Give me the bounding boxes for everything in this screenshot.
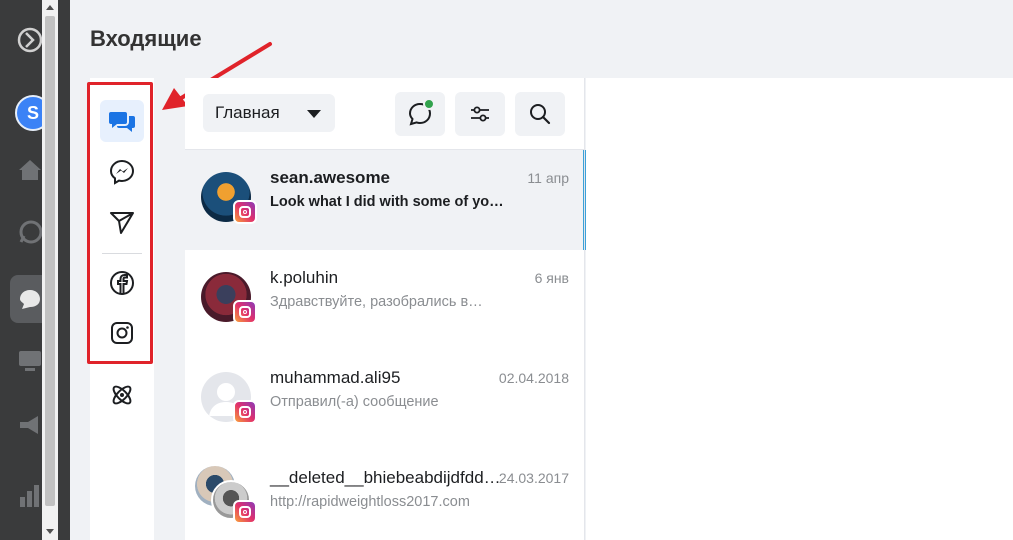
message-preview: Отправил(-а) сообщение [270, 394, 439, 410]
instagram-badge-icon [233, 200, 257, 224]
message-preview: Здравствуйте, разобрались в… [270, 294, 483, 310]
search-button[interactable] [515, 92, 565, 136]
annotation-highlight-box [87, 82, 153, 364]
message-preview: Look what I did with some of yo… [270, 194, 504, 210]
online-status-dot [423, 98, 435, 110]
atom-icon [112, 385, 132, 405]
message-preview: http://rapidweightloss2017.com [270, 494, 470, 510]
filters-button[interactable] [455, 92, 505, 136]
conversation-item[interactable]: k.poluhin 6 янв Здравствуйте, разобралис… [185, 250, 584, 350]
contact-name: __deleted__bhiebeabdijdfdd… [270, 468, 501, 487]
folder-dropdown-label: Главная [215, 103, 280, 122]
status-button[interactable] [395, 92, 445, 136]
integrations-channel[interactable] [100, 374, 144, 416]
message-date: 6 янв [534, 270, 569, 286]
instagram-badge-icon [233, 500, 257, 524]
panel-divider [584, 78, 585, 540]
scroll-down-icon[interactable] [46, 529, 54, 534]
scrollbar[interactable] [42, 0, 58, 540]
conversation-list-panel: Главная sean.awesome 11 апр Look what I … [185, 78, 586, 540]
global-nav-rail: S [0, 0, 70, 540]
conversation-item[interactable]: muhammad.ali95 02.04.2018 Отправил(-а) с… [185, 350, 584, 450]
message-date: 11 апр [527, 170, 569, 186]
chevron-down-icon [307, 110, 321, 118]
search-icon [530, 104, 551, 125]
conversation-item[interactable]: sean.awesome 11 апр Look what I did with… [185, 150, 586, 250]
contact-name: k.poluhin [270, 268, 339, 287]
sliders-icon [471, 106, 489, 122]
list-toolbar: Главная [185, 78, 584, 150]
conversation-detail-pane [586, 78, 1013, 540]
scroll-up-icon[interactable] [46, 5, 54, 10]
instagram-badge-icon [233, 400, 257, 424]
message-date: 24.03.2017 [498, 470, 569, 486]
instagram-badge-icon [233, 300, 257, 324]
conversation-item[interactable]: __deleted__bhiebeabdijdfdd… 24.03.2017 h… [185, 450, 584, 540]
folder-dropdown[interactable]: Главная [203, 94, 335, 132]
scrollbar-thumb[interactable] [45, 16, 55, 506]
message-date: 02.04.2018 [498, 370, 569, 386]
contact-name: sean.awesome [270, 168, 391, 187]
contact-name: muhammad.ali95 [270, 368, 401, 387]
